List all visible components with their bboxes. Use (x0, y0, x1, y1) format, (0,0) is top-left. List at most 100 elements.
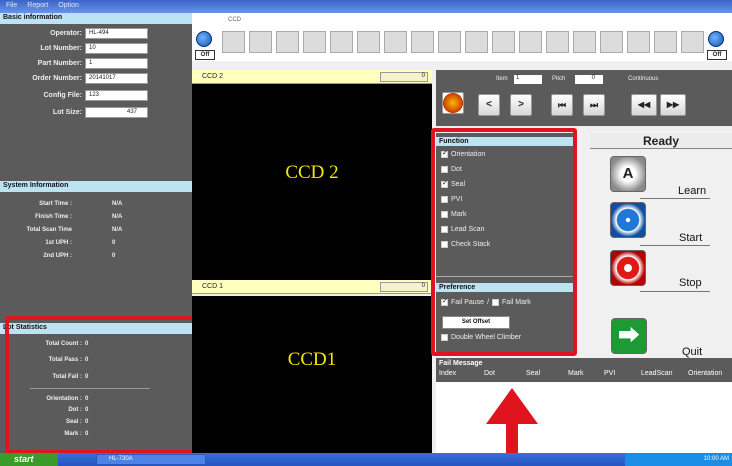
slot-6[interactable] (357, 31, 380, 53)
finish-time-label: Finish Time : (35, 214, 72, 220)
part-number-row: Part Number: 1 (0, 58, 192, 70)
lot-size-spinner[interactable]: 437 (85, 107, 148, 118)
camera-left-icon[interactable] (196, 31, 212, 47)
slot-13[interactable] (546, 31, 569, 53)
start-time-row: Start Time : N/A (0, 201, 192, 211)
uph2-row: 2nd UPH : 0 (0, 253, 192, 263)
operator-row: Operator: HL-494 (0, 28, 192, 40)
start-label[interactable]: Start (679, 232, 702, 244)
menu-report[interactable]: Report (27, 2, 48, 11)
slot-17[interactable] (654, 31, 677, 53)
pitch-spinner[interactable]: 0 (575, 75, 603, 84)
col-seal: Seal (526, 370, 541, 377)
learn-label[interactable]: Learn (678, 185, 706, 197)
ccd2-counter: 0 (380, 72, 428, 82)
menu-option[interactable]: Option (58, 2, 79, 11)
col-index: Index (439, 370, 457, 377)
off-right-button[interactable]: Off (707, 50, 727, 60)
lot-number-label: Lot Number: (40, 45, 82, 52)
slot-18[interactable] (681, 31, 704, 53)
slot-14[interactable] (573, 31, 596, 53)
continuous-label: Continuous (628, 76, 659, 82)
lot-number-row: Lot Number: 10 (0, 43, 192, 55)
order-number-label: Order Number: (32, 75, 82, 82)
uph1-row: 1st UPH : 0 (0, 240, 192, 250)
col-pvi: PVI (604, 370, 616, 377)
uph2-value: 0 (112, 253, 116, 259)
start-play-icon[interactable] (610, 202, 646, 238)
config-file-field[interactable]: 123 (85, 90, 148, 101)
task-button[interactable]: HL-730A (96, 454, 206, 465)
item-label: Item (496, 76, 508, 82)
scan-time-row: Total Scan Time N/A (0, 227, 192, 237)
slot-7[interactable] (384, 31, 407, 53)
pitch-label: Pitch (552, 76, 566, 82)
uph2-label: 2nd UPH : (43, 253, 72, 259)
uph1-value: 0 (112, 240, 116, 246)
part-number-label: Part Number: (37, 60, 82, 67)
item-spinner[interactable]: 1 (514, 75, 542, 84)
part-number-field[interactable]: 1 (85, 58, 148, 69)
slot-2[interactable] (249, 31, 272, 53)
alarm-icon[interactable] (442, 92, 464, 114)
lot-number-field[interactable]: 10 (85, 43, 148, 54)
slot-15[interactable] (600, 31, 623, 53)
col-dot: Dot (484, 370, 495, 377)
col-mark: Mark (568, 370, 584, 377)
taskbar: start HL-730A 10:00 AM (0, 453, 732, 466)
config-file-row: Config File: 123 (0, 90, 192, 102)
tray-clock: 10:00 AM (625, 453, 732, 466)
stop-icon[interactable] (610, 250, 646, 286)
start-underline (640, 245, 710, 246)
first-button[interactable]: ⏮ (551, 94, 573, 116)
quit-label[interactable]: Quit (682, 346, 702, 358)
slot-12[interactable] (519, 31, 542, 53)
start-time-value: N/A (112, 201, 123, 207)
slot-11[interactable] (492, 31, 515, 53)
uph1-label: 1st UPH : (45, 240, 72, 246)
finish-time-value: N/A (112, 214, 123, 220)
lot-size-row: Lot Size: 437 (0, 107, 192, 119)
order-number-row: Order Number: 20141017 (0, 73, 192, 85)
scan-time-value: N/A (112, 227, 123, 233)
prev-button[interactable]: < (478, 94, 500, 116)
lot-size-label: Lot Size: (52, 109, 82, 116)
order-number-field[interactable]: 20141017 (85, 73, 148, 84)
ccd-strip-label: CCD (228, 17, 241, 23)
function-highlight (431, 128, 577, 356)
col-leadscan: LeadScan (641, 370, 673, 377)
learn-underline (640, 198, 710, 199)
quit-exit-icon[interactable]: ⮕ (611, 318, 647, 354)
finish-time-row: Finish Time : N/A (0, 214, 192, 224)
last-button[interactable]: ⏭ (583, 94, 605, 116)
fail-message-header: Fail Message Index Dot Seal Mark PVI Lea… (436, 358, 732, 382)
slot-9[interactable] (438, 31, 461, 53)
col-orientation: Orientation (688, 370, 723, 377)
ccd-strip (192, 13, 732, 61)
menu-file[interactable]: File (6, 2, 17, 11)
slot-10[interactable] (465, 31, 488, 53)
rewind-button[interactable]: ◀◀ (631, 94, 657, 116)
system-info-header: System Information (0, 181, 192, 192)
off-left-button[interactable]: Off (195, 50, 215, 60)
next-button[interactable]: > (510, 94, 532, 116)
stop-label[interactable]: Stop (679, 277, 702, 289)
slot-3[interactable] (276, 31, 299, 53)
basic-info-header: Basic information (0, 13, 192, 24)
slot-16[interactable] (627, 31, 650, 53)
fast-forward-button[interactable]: ▶▶ (660, 94, 686, 116)
slot-5[interactable] (330, 31, 353, 53)
learn-icon[interactable]: A (610, 156, 646, 192)
start-button[interactable]: start (0, 453, 58, 466)
ccd2-view: CCD 2 (192, 84, 432, 280)
start-time-label: Start Time : (39, 201, 72, 207)
ccd1-counter: 0 (380, 282, 428, 292)
operator-field[interactable]: HL-494 (85, 28, 148, 39)
slot-4[interactable] (303, 31, 326, 53)
operator-label: Operator: (50, 30, 82, 37)
stop-underline (640, 291, 710, 292)
camera-right-icon[interactable] (708, 31, 724, 47)
slot-8[interactable] (411, 31, 434, 53)
fail-message-title: Fail Message (439, 360, 483, 367)
slot-1[interactable] (222, 31, 245, 53)
